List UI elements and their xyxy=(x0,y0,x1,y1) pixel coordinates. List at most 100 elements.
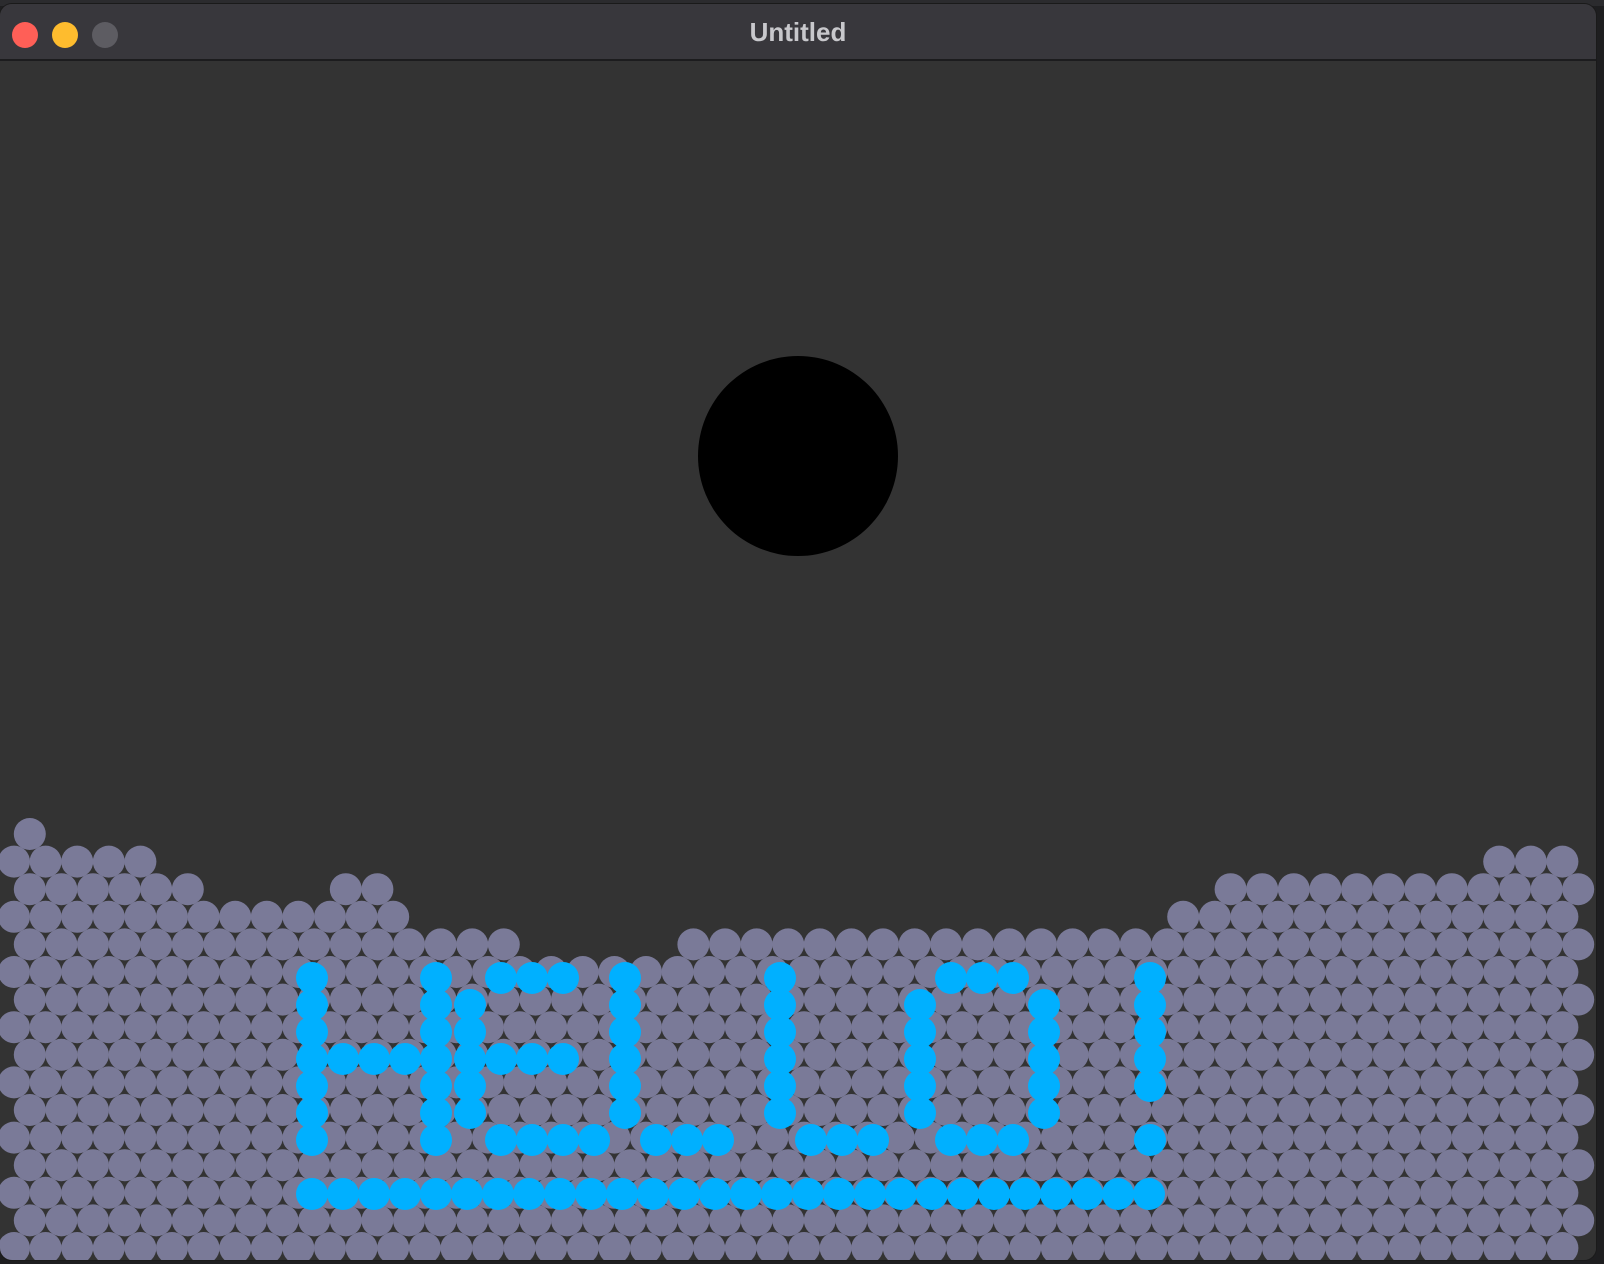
grey-particle xyxy=(203,928,236,961)
grey-particle xyxy=(29,1066,62,1099)
blue-underline-particle xyxy=(1040,1178,1072,1210)
grey-particle xyxy=(1514,1121,1547,1154)
game-canvas[interactable] xyxy=(0,61,1596,1260)
grey-particle xyxy=(1009,1232,1042,1260)
grey-particle xyxy=(1072,956,1105,988)
grey-particle xyxy=(1104,1232,1136,1260)
black-ball[interactable] xyxy=(698,356,898,556)
blue-underline-particle xyxy=(637,1178,669,1210)
grey-particle xyxy=(45,1038,78,1071)
grey-particle xyxy=(724,956,757,988)
grey-particle xyxy=(0,1011,30,1044)
grey-particle xyxy=(219,1011,252,1044)
blue-underline-particle xyxy=(792,1178,824,1210)
grey-particle xyxy=(235,1094,267,1126)
scene-svg xyxy=(0,356,1595,1260)
grey-particle xyxy=(1246,1204,1279,1237)
grey-particle xyxy=(1198,1176,1231,1209)
grey-particle xyxy=(1388,1066,1421,1099)
grey-particle xyxy=(1435,1038,1468,1071)
blue-text-particle xyxy=(358,1043,390,1075)
grey-particle xyxy=(803,1094,836,1126)
grey-particle xyxy=(677,1094,710,1126)
grey-particle xyxy=(456,928,489,961)
grey-particle xyxy=(77,1094,109,1126)
grey-particle xyxy=(298,928,331,961)
grey-particle xyxy=(156,900,188,933)
grey-particle xyxy=(1025,928,1057,961)
grey-particle xyxy=(1499,983,1531,1016)
grey-particle xyxy=(1372,1038,1405,1071)
grey-particle xyxy=(1214,1149,1247,1182)
grey-particle xyxy=(1530,928,1563,961)
grey-particle xyxy=(551,1094,583,1126)
grey-particle xyxy=(977,1066,1010,1099)
grey-particle xyxy=(1246,983,1279,1016)
grey-particle xyxy=(124,845,157,878)
grey-particle xyxy=(266,1094,299,1126)
grey-particle xyxy=(1341,873,1373,906)
blue-text-particle xyxy=(547,962,579,994)
grey-particle xyxy=(156,956,188,988)
grey-particle xyxy=(1546,1066,1579,1099)
blue-text-particle xyxy=(485,1043,517,1075)
grey-particle xyxy=(1072,1232,1105,1260)
grey-particle xyxy=(1293,956,1326,988)
blue-text-particle xyxy=(516,1124,548,1156)
grey-particle xyxy=(487,1094,520,1126)
grey-particle xyxy=(250,1011,283,1044)
grey-particle xyxy=(1214,1038,1247,1071)
grey-particle xyxy=(1325,1176,1358,1209)
grey-particle xyxy=(45,873,78,906)
grey-particle xyxy=(1088,1094,1121,1126)
blue-underline-particle xyxy=(947,1178,979,1210)
grey-particle xyxy=(1214,1094,1247,1126)
grey-particle xyxy=(1277,1038,1310,1071)
title-bar[interactable]: Untitled xyxy=(0,4,1596,61)
grey-particle xyxy=(29,1121,62,1154)
grey-particle xyxy=(29,1176,62,1209)
grey-particle xyxy=(1356,1121,1389,1154)
grey-particle xyxy=(1483,845,1516,878)
grey-particle xyxy=(187,1011,220,1044)
grey-particle xyxy=(1056,1094,1089,1126)
grey-particle xyxy=(393,928,425,961)
grey-particle xyxy=(282,1232,315,1260)
grey-particle xyxy=(314,900,346,933)
grey-particle xyxy=(92,900,125,933)
grey-particle xyxy=(1372,983,1405,1016)
grey-particle xyxy=(1151,928,1184,961)
grey-particle xyxy=(1262,1232,1294,1260)
grey-particle xyxy=(0,1232,30,1260)
grey-particle xyxy=(77,928,109,961)
grey-particle xyxy=(1183,1094,1215,1126)
grey-particle xyxy=(993,1094,1026,1126)
grey-particle xyxy=(108,873,141,906)
grey-particle xyxy=(1309,983,1342,1016)
grey-particle xyxy=(140,873,173,906)
grey-particle xyxy=(124,1232,157,1260)
grey-particle xyxy=(867,983,899,1016)
grey-particle xyxy=(724,1011,757,1044)
grey-particle xyxy=(92,1121,125,1154)
grey-particle xyxy=(1530,983,1563,1016)
grey-particle xyxy=(1341,983,1373,1016)
grey-particle xyxy=(740,928,773,961)
grey-particle xyxy=(1483,1232,1516,1260)
grey-particle xyxy=(1341,1204,1373,1237)
grey-particle xyxy=(29,900,62,933)
grey-particle xyxy=(1404,983,1437,1016)
grey-particle xyxy=(1388,1176,1421,1209)
grey-particle xyxy=(1309,1038,1342,1071)
grey-particle xyxy=(124,1066,157,1099)
grey-particle xyxy=(898,1149,931,1182)
grey-particle xyxy=(709,1094,741,1126)
grey-particle xyxy=(361,983,394,1016)
grey-particle xyxy=(29,1011,62,1044)
grey-particle xyxy=(1435,1149,1468,1182)
grey-particle xyxy=(803,928,836,961)
grey-particle xyxy=(61,1011,94,1044)
grey-particle xyxy=(1546,1121,1579,1154)
grey-particle xyxy=(1262,1176,1294,1209)
grey-particle xyxy=(1183,1149,1215,1182)
